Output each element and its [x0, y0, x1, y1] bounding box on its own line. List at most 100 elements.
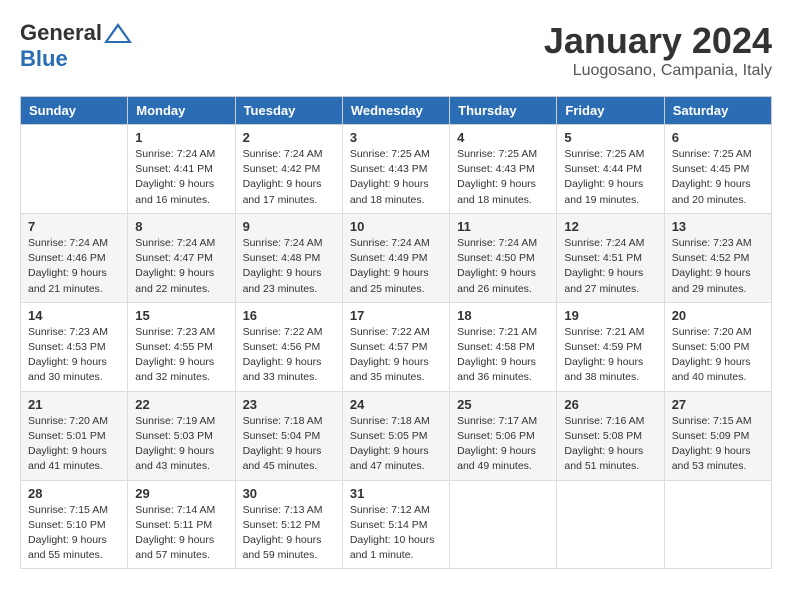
day-number: 4 [457, 130, 549, 145]
calendar-day-cell: 12Sunrise: 7:24 AM Sunset: 4:51 PM Dayli… [557, 213, 664, 302]
day-info: Sunrise: 7:25 AM Sunset: 4:43 PM Dayligh… [457, 147, 549, 208]
day-info: Sunrise: 7:24 AM Sunset: 4:48 PM Dayligh… [243, 236, 335, 297]
calendar-day-cell: 8Sunrise: 7:24 AM Sunset: 4:47 PM Daylig… [128, 213, 235, 302]
calendar-day-cell: 1 Sunrise: 7:24 AM Sunset: 4:41 PM Daylig… [128, 125, 235, 214]
calendar-day-cell: 17 Sunrise: 7:22 AM Sunset: 4:57 PM Dayli… [342, 302, 449, 391]
logo-blue-text: Blue [20, 46, 68, 72]
day-info: Sunrise: 7:23 AM Sunset: 4:52 PM Dayligh… [672, 236, 764, 297]
day-number: 30 [243, 486, 335, 501]
day-info: Sunrise: 7:13 AM Sunset: 5:12 PM Dayligh… [243, 503, 335, 564]
day-info: Sunrise: 7:16 AM Sunset: 5:08 PM Dayligh… [564, 414, 656, 475]
calendar-day-header: Friday [557, 97, 664, 125]
calendar-day-cell: 9 Sunrise: 7:24 AM Sunset: 4:48 PM Daylig… [235, 213, 342, 302]
day-number: 9 [243, 219, 335, 234]
day-info: Sunrise: 7:17 AM Sunset: 5:06 PM Dayligh… [457, 414, 549, 475]
day-number: 25 [457, 397, 549, 412]
day-info: Sunrise: 7:18 AM Sunset: 5:05 PM Dayligh… [350, 414, 442, 475]
day-info: Sunrise: 7:22 AM Sunset: 4:57 PM Dayligh… [350, 325, 442, 386]
day-number: 10 [350, 219, 442, 234]
day-number: 15 [135, 308, 227, 323]
day-info: Sunrise: 7:21 AM Sunset: 4:58 PM Dayligh… [457, 325, 549, 386]
day-number: 13 [672, 219, 764, 234]
day-info: Sunrise: 7:21 AM Sunset: 4:59 PM Dayligh… [564, 325, 656, 386]
day-number: 16 [243, 308, 335, 323]
calendar-day-cell: 22 Sunrise: 7:19 AM Sunset: 5:03 PM Dayli… [128, 391, 235, 480]
calendar-day-cell: 30 Sunrise: 7:13 AM Sunset: 5:12 PM Dayli… [235, 480, 342, 569]
day-number: 17 [350, 308, 442, 323]
calendar-day-cell [664, 480, 771, 569]
day-number: 1 [135, 130, 227, 145]
calendar-header-row: SundayMondayTuesdayWednesdayThursdayFrid… [21, 97, 772, 125]
day-number: 31 [350, 486, 442, 501]
calendar-day-header: Thursday [450, 97, 557, 125]
calendar-day-header: Tuesday [235, 97, 342, 125]
page-header: General Blue January 2024 Luogosano, Cam… [20, 20, 772, 80]
day-number: 2 [243, 130, 335, 145]
calendar-day-cell: 24 Sunrise: 7:18 AM Sunset: 5:05 PM Dayli… [342, 391, 449, 480]
day-number: 28 [28, 486, 120, 501]
calendar-day-cell: 13 Sunrise: 7:23 AM Sunset: 4:52 PM Dayli… [664, 213, 771, 302]
day-info: Sunrise: 7:12 AM Sunset: 5:14 PM Dayligh… [350, 503, 442, 564]
day-number: 8 [135, 219, 227, 234]
day-number: 21 [28, 397, 120, 412]
calendar-day-cell: 3Sunrise: 7:25 AM Sunset: 4:43 PM Daylig… [342, 125, 449, 214]
day-number: 24 [350, 397, 442, 412]
day-info: Sunrise: 7:24 AM Sunset: 4:42 PM Dayligh… [243, 147, 335, 208]
day-info: Sunrise: 7:22 AM Sunset: 4:56 PM Dayligh… [243, 325, 335, 386]
month-title: January 2024 [544, 20, 772, 62]
title-section: January 2024 Luogosano, Campania, Italy [544, 20, 772, 80]
day-number: 7 [28, 219, 120, 234]
calendar-day-header: Saturday [664, 97, 771, 125]
day-number: 29 [135, 486, 227, 501]
day-info: Sunrise: 7:24 AM Sunset: 4:51 PM Dayligh… [564, 236, 656, 297]
day-info: Sunrise: 7:20 AM Sunset: 5:00 PM Dayligh… [672, 325, 764, 386]
calendar-day-cell: 26Sunrise: 7:16 AM Sunset: 5:08 PM Dayli… [557, 391, 664, 480]
calendar-day-cell [450, 480, 557, 569]
day-number: 23 [243, 397, 335, 412]
day-info: Sunrise: 7:24 AM Sunset: 4:46 PM Dayligh… [28, 236, 120, 297]
day-info: Sunrise: 7:15 AM Sunset: 5:10 PM Dayligh… [28, 503, 120, 564]
day-info: Sunrise: 7:18 AM Sunset: 5:04 PM Dayligh… [243, 414, 335, 475]
calendar-day-cell [557, 480, 664, 569]
calendar-week-row: 21 Sunrise: 7:20 AM Sunset: 5:01 PM Dayli… [21, 391, 772, 480]
day-number: 5 [564, 130, 656, 145]
day-number: 22 [135, 397, 227, 412]
calendar-day-cell: 21 Sunrise: 7:20 AM Sunset: 5:01 PM Dayli… [21, 391, 128, 480]
calendar-day-header: Sunday [21, 97, 128, 125]
day-number: 11 [457, 219, 549, 234]
day-info: Sunrise: 7:24 AM Sunset: 4:50 PM Dayligh… [457, 236, 549, 297]
calendar-day-header: Monday [128, 97, 235, 125]
calendar-day-cell: 15 Sunrise: 7:23 AM Sunset: 4:55 PM Dayli… [128, 302, 235, 391]
calendar-day-cell: 6Sunrise: 7:25 AM Sunset: 4:45 PM Daylig… [664, 125, 771, 214]
calendar-day-cell: 11 Sunrise: 7:24 AM Sunset: 4:50 PM Dayli… [450, 213, 557, 302]
day-info: Sunrise: 7:20 AM Sunset: 5:01 PM Dayligh… [28, 414, 120, 475]
day-info: Sunrise: 7:24 AM Sunset: 4:41 PM Dayligh… [135, 147, 227, 208]
calendar-day-cell: 2 Sunrise: 7:24 AM Sunset: 4:42 PM Daylig… [235, 125, 342, 214]
day-number: 6 [672, 130, 764, 145]
day-info: Sunrise: 7:14 AM Sunset: 5:11 PM Dayligh… [135, 503, 227, 564]
day-number: 27 [672, 397, 764, 412]
day-number: 14 [28, 308, 120, 323]
calendar-day-cell: 7 Sunrise: 7:24 AM Sunset: 4:46 PM Daylig… [21, 213, 128, 302]
logo: General Blue [20, 20, 132, 72]
calendar-day-cell: 31 Sunrise: 7:12 AM Sunset: 5:14 PM Dayli… [342, 480, 449, 569]
calendar-day-header: Wednesday [342, 97, 449, 125]
calendar-day-cell: 27 Sunrise: 7:15 AM Sunset: 5:09 PM Dayli… [664, 391, 771, 480]
day-info: Sunrise: 7:23 AM Sunset: 4:55 PM Dayligh… [135, 325, 227, 386]
day-info: Sunrise: 7:19 AM Sunset: 5:03 PM Dayligh… [135, 414, 227, 475]
calendar-week-row: 1 Sunrise: 7:24 AM Sunset: 4:41 PM Daylig… [21, 125, 772, 214]
calendar-day-cell [21, 125, 128, 214]
calendar-day-cell: 29 Sunrise: 7:14 AM Sunset: 5:11 PM Dayli… [128, 480, 235, 569]
day-number: 3 [350, 130, 442, 145]
day-number: 20 [672, 308, 764, 323]
calendar-day-cell: 16 Sunrise: 7:22 AM Sunset: 4:56 PM Dayli… [235, 302, 342, 391]
calendar-week-row: 7 Sunrise: 7:24 AM Sunset: 4:46 PM Daylig… [21, 213, 772, 302]
day-number: 19 [564, 308, 656, 323]
logo-general-text: General [20, 20, 102, 46]
calendar-day-cell: 20 Sunrise: 7:20 AM Sunset: 5:00 PM Dayli… [664, 302, 771, 391]
calendar-day-cell: 25 Sunrise: 7:17 AM Sunset: 5:06 PM Dayli… [450, 391, 557, 480]
day-info: Sunrise: 7:15 AM Sunset: 5:09 PM Dayligh… [672, 414, 764, 475]
calendar-week-row: 14Sunrise: 7:23 AM Sunset: 4:53 PM Dayli… [21, 302, 772, 391]
calendar-day-cell: 5Sunrise: 7:25 AM Sunset: 4:44 PM Daylig… [557, 125, 664, 214]
calendar-day-cell: 10Sunrise: 7:24 AM Sunset: 4:49 PM Dayli… [342, 213, 449, 302]
